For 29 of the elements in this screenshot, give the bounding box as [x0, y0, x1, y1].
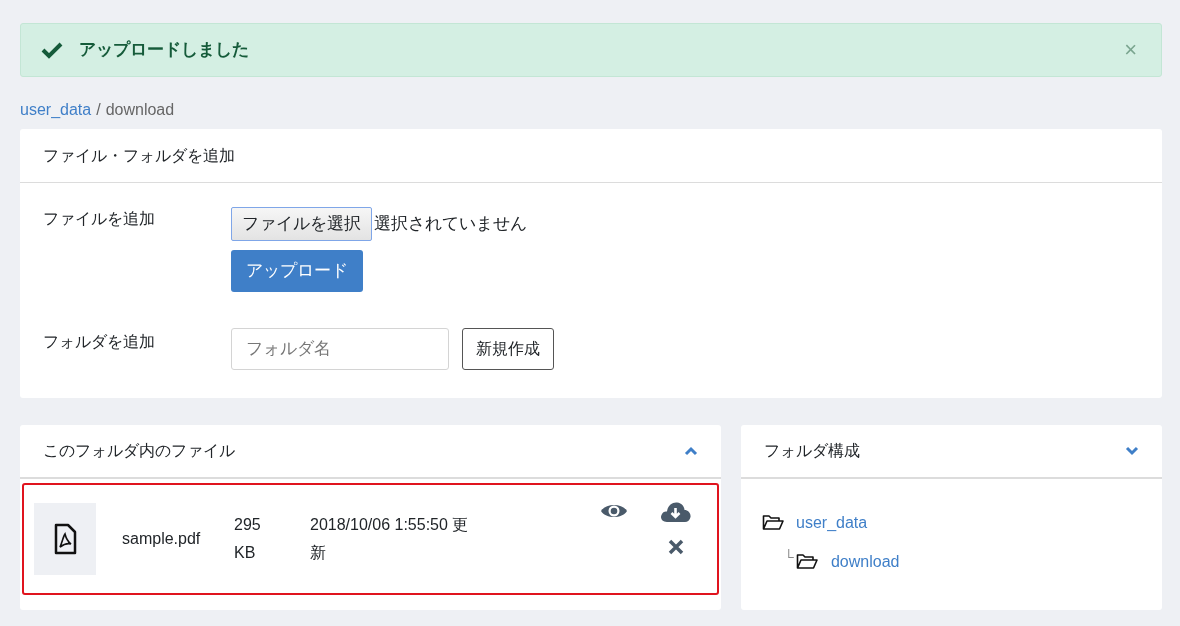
cloud-download-icon[interactable]	[660, 501, 691, 523]
choose-file-button[interactable]: ファイルを選択	[231, 207, 372, 241]
folder-link[interactable]: user_data	[796, 510, 868, 535]
breadcrumb-link[interactable]: user_data	[20, 98, 92, 122]
chevron-down-icon[interactable]	[1125, 446, 1139, 456]
no-file-text: 選択されていません	[374, 213, 527, 236]
tree-connector: └	[784, 548, 794, 567]
upload-button[interactable]: アップロード	[231, 250, 363, 292]
file-size: 295 KB	[234, 515, 262, 563]
folder-icon	[795, 553, 818, 570]
folder-name-field[interactable]: フォルダ名	[231, 328, 449, 370]
breadcrumb-separator: /	[96, 100, 101, 120]
folder-icon	[762, 514, 784, 531]
panel-title: ファイル・フォルダを追加	[20, 129, 1162, 183]
create-button[interactable]: 新規作成	[462, 328, 554, 370]
breadcrumb-current: download	[105, 100, 175, 120]
alert-message: アップロードしました	[79, 39, 249, 62]
close-button[interactable]: ×	[1124, 39, 1137, 61]
panel-title: このフォルダ内のファイル	[43, 441, 235, 461]
field-label: ファイルを追加	[43, 209, 156, 229]
pdf-file-icon	[53, 523, 77, 555]
folder-link[interactable]: download	[830, 549, 900, 574]
chevron-up-icon[interactable]	[684, 446, 698, 456]
panel-title: フォルダ構成	[764, 441, 860, 461]
field-label: フォルダを追加	[43, 332, 156, 352]
file-name: sample.pdf	[122, 529, 202, 549]
delete-icon[interactable]	[667, 539, 684, 555]
checkmark-icon	[41, 41, 63, 59]
file-updated-time: 2018/10/06 1:55:50 更新	[310, 515, 470, 563]
